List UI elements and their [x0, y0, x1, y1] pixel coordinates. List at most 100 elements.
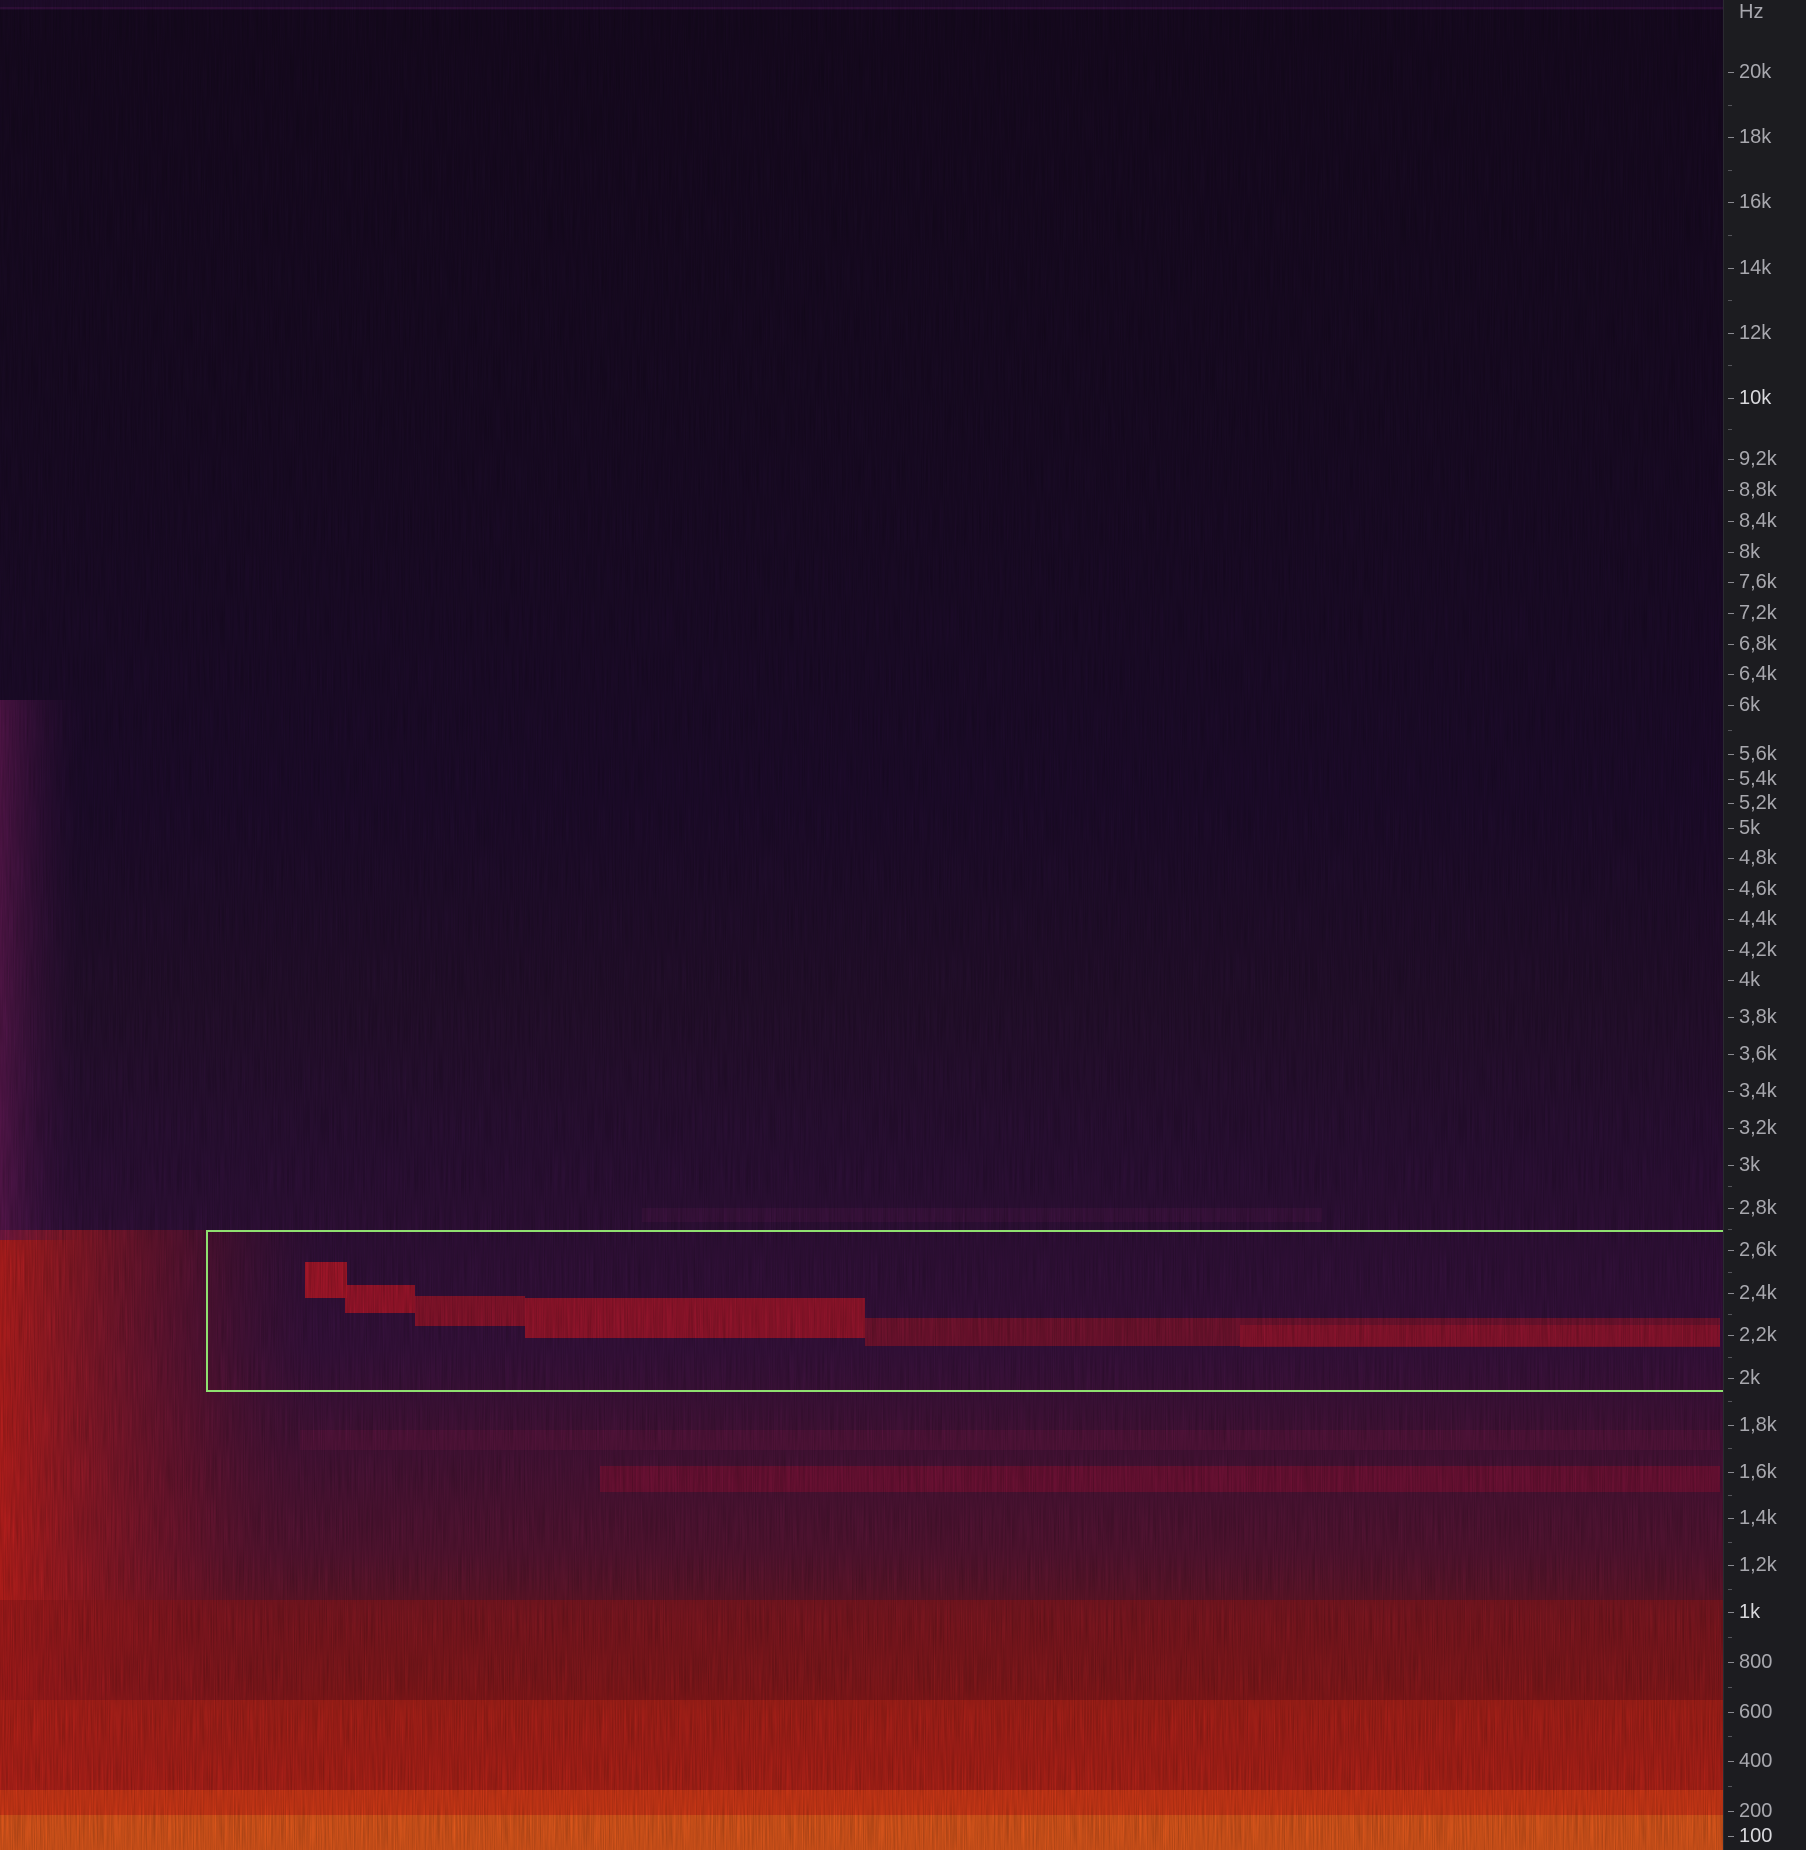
- axis-tick-mark: [1728, 1662, 1734, 1663]
- axis-tick-label: 2k: [1739, 1367, 1761, 1389]
- axis-tick-mark: [1728, 1761, 1734, 1762]
- axis-tick-label: 5,2k: [1739, 792, 1777, 814]
- axis-minor-tick: [1728, 1448, 1732, 1449]
- axis-tick-mark: [1728, 644, 1734, 645]
- axis-tick-label: 3,8k: [1739, 1006, 1777, 1028]
- axis-tick-label: 18k: [1739, 126, 1772, 148]
- axis-tick-label: 6,4k: [1739, 663, 1777, 685]
- axis-tick-mark: [1728, 1378, 1734, 1379]
- axis-tick-mark: [1728, 1612, 1734, 1613]
- axis-tick-mark: [1728, 1054, 1734, 1055]
- axis-tick-label: 2,4k: [1739, 1282, 1777, 1304]
- axis-minor-tick: [1728, 365, 1732, 366]
- axis-tick-label: 7,2k: [1739, 602, 1777, 624]
- axis-tick-mark: [1728, 754, 1734, 755]
- axis-minor-tick: [1728, 730, 1732, 731]
- axis-minor-tick: [1728, 1357, 1732, 1358]
- axis-tick-label: 1k: [1739, 1601, 1761, 1623]
- frequency-selection-box[interactable]: [206, 1230, 1800, 1392]
- axis-tick-mark: [1728, 1208, 1734, 1209]
- axis-tick-mark: [1728, 1017, 1734, 1018]
- axis-tick-mark: [1728, 779, 1734, 780]
- axis-tick-mark: [1728, 137, 1734, 138]
- axis-tick-mark: [1728, 1335, 1734, 1336]
- axis-tick-label: 10k: [1739, 387, 1772, 409]
- axis-tick-mark: [1728, 1165, 1734, 1166]
- axis-tick-label: 7,6k: [1739, 571, 1777, 593]
- axis-tick-mark: [1728, 459, 1734, 460]
- axis-tick-label: 8k: [1739, 541, 1761, 563]
- axis-tick-mark: [1728, 950, 1734, 951]
- axis-minor-tick: [1728, 1736, 1732, 1737]
- axis-tick-label: 3,4k: [1739, 1080, 1777, 1102]
- axis-tick-mark: [1728, 1128, 1734, 1129]
- axis-tick-mark: [1728, 72, 1734, 73]
- axis-minor-tick: [1728, 1186, 1732, 1187]
- axis-tick-label: 20k: [1739, 61, 1772, 83]
- axis-tick-mark: [1728, 490, 1734, 491]
- axis-tick-mark: [1728, 1565, 1734, 1566]
- axis-tick-label: 8,4k: [1739, 510, 1777, 532]
- axis-tick-mark: [1728, 1712, 1734, 1713]
- axis-minor-tick: [1728, 1401, 1732, 1402]
- axis-tick-mark: [1728, 803, 1734, 804]
- axis-tick-label: 1,4k: [1739, 1507, 1777, 1529]
- axis-minor-tick: [1728, 1542, 1732, 1543]
- axis-tick-mark: [1728, 268, 1734, 269]
- axis-minor-tick: [1728, 1786, 1732, 1787]
- axis-tick-mark: [1728, 1293, 1734, 1294]
- axis-tick-mark: [1728, 1518, 1734, 1519]
- axis-tick-label: 2,8k: [1739, 1197, 1777, 1219]
- axis-minor-tick: [1728, 1687, 1732, 1688]
- axis-tick-mark: [1728, 980, 1734, 981]
- axis-tick-mark: [1728, 889, 1734, 890]
- axis-tick-mark: [1728, 919, 1734, 920]
- axis-minor-tick: [1728, 235, 1732, 236]
- axis-tick-mark: [1728, 828, 1734, 829]
- axis-tick-mark: [1728, 1091, 1734, 1092]
- axis-tick-label: 9,2k: [1739, 448, 1777, 470]
- axis-minor-tick: [1728, 170, 1732, 171]
- spectrogram-view[interactable]: [0, 0, 1723, 1850]
- frequency-axis[interactable]: Hz 20k 18k 16k 14k 12k 10k 9,2k 8,8k 8,4k 8k 7,6k 7…: [1723, 0, 1806, 1850]
- axis-tick-label: 4k: [1739, 969, 1761, 991]
- axis-tick-mark: [1728, 705, 1734, 706]
- axis-tick-mark: [1728, 1472, 1734, 1473]
- axis-tick-label: 2,2k: [1739, 1324, 1777, 1346]
- axis-tick-label: 1,2k: [1739, 1554, 1777, 1576]
- axis-minor-tick: [1728, 429, 1732, 430]
- axis-minor-tick: [1728, 1637, 1732, 1638]
- axis-tick-label: 4,4k: [1739, 908, 1777, 930]
- axis-tick-label: 5,6k: [1739, 743, 1777, 765]
- axis-tick-mark: [1728, 521, 1734, 522]
- axis-tick-label: 6k: [1739, 694, 1761, 716]
- axis-tick-mark: [1728, 1811, 1734, 1812]
- axis-tick-mark: [1728, 582, 1734, 583]
- axis-tick-label: 4,2k: [1739, 939, 1777, 961]
- axis-minor-tick: [1728, 300, 1732, 301]
- axis-tick-label: 2,6k: [1739, 1239, 1777, 1261]
- axis-tick-mark: [1728, 858, 1734, 859]
- axis-tick-label: 14k: [1739, 257, 1772, 279]
- axis-tick-label: 3k: [1739, 1154, 1761, 1176]
- axis-tick-label: 6,8k: [1739, 633, 1777, 655]
- axis-tick-label: 4,8k: [1739, 847, 1777, 869]
- axis-tick-label: 400: [1739, 1750, 1773, 1772]
- axis-tick-mark: [1728, 552, 1734, 553]
- axis-tick-mark: [1728, 674, 1734, 675]
- axis-tick-label: 800: [1739, 1651, 1773, 1673]
- axis-unit-label: Hz: [1739, 1, 1764, 23]
- spectrogram-canvas: [0, 0, 1723, 1850]
- axis-tick-label: 3,2k: [1739, 1117, 1777, 1139]
- axis-tick-mark: [1728, 1250, 1734, 1251]
- axis-tick-label: 8,8k: [1739, 479, 1777, 501]
- axis-tick-label: 5k: [1739, 817, 1761, 839]
- axis-minor-tick: [1728, 1314, 1732, 1315]
- axis-tick-label: 4,6k: [1739, 878, 1777, 900]
- axis-minor-tick: [1728, 1495, 1732, 1496]
- axis-tick-mark: [1728, 1836, 1734, 1837]
- spectral-editor: Hz 20k 18k 16k 14k 12k 10k 9,2k 8,8k 8,4k 8k 7,6k 7…: [0, 0, 1806, 1850]
- axis-tick-label: 5,4k: [1739, 768, 1777, 790]
- axis-tick-label: 16k: [1739, 191, 1772, 213]
- axis-minor-tick: [1728, 105, 1732, 106]
